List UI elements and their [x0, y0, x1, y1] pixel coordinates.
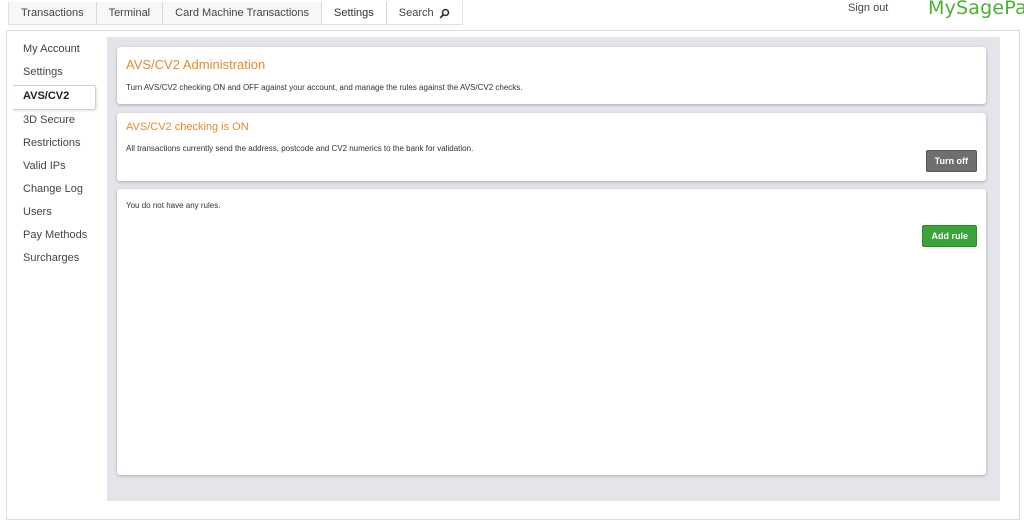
sidebar-item-users[interactable]: Users: [13, 202, 99, 225]
sidebar-item-pay-methods[interactable]: Pay Methods: [13, 225, 99, 248]
tab-search[interactable]: Search: [386, 2, 462, 24]
turn-off-button[interactable]: Turn off: [925, 150, 977, 172]
sidebar-item-avs-cv2[interactable]: AVS/CV2: [13, 85, 96, 110]
status-title: AVS/CV2 checking is ON: [126, 121, 249, 133]
tab-terminal[interactable]: Terminal: [97, 2, 164, 24]
sidebar-item-my-account[interactable]: My Account: [13, 39, 99, 62]
status-panel: AVS/CV2 checking is ON All transactions …: [117, 113, 986, 181]
tab-search-label: Search: [398, 7, 434, 19]
add-rule-button[interactable]: Add rule: [922, 225, 977, 247]
rules-panel: You do not have any rules. Add rule: [117, 189, 986, 475]
tab-settings[interactable]: Settings: [322, 2, 387, 24]
sidebar: My Account Settings AVS/CV2 3D Secure Re…: [13, 39, 99, 271]
tab-card-machine-transactions[interactable]: Card Machine Transactions: [163, 2, 323, 24]
main-content: AVS/CV2 Administration Turn AVS/CV2 chec…: [107, 37, 1000, 501]
admin-description: Turn AVS/CV2 checking ON and OFF against…: [126, 83, 523, 92]
sidebar-item-surcharges[interactable]: Surcharges: [13, 248, 99, 271]
top-navigation: Transactions Terminal Card Machine Trans…: [8, 2, 463, 25]
page: Transactions Terminal Card Machine Trans…: [0, 0, 1024, 526]
sidebar-item-change-log[interactable]: Change Log: [13, 179, 99, 202]
no-rules-message: You do not have any rules.: [126, 201, 221, 210]
status-description: All transactions currently send the addr…: [126, 144, 474, 153]
content-container: My Account Settings AVS/CV2 3D Secure Re…: [6, 30, 1020, 520]
sign-out-link[interactable]: Sign out: [848, 2, 888, 14]
sidebar-item-settings[interactable]: Settings: [13, 62, 99, 85]
sidebar-item-valid-ips[interactable]: Valid IPs: [13, 156, 99, 179]
tab-transactions[interactable]: Transactions: [9, 2, 97, 24]
admin-panel: AVS/CV2 Administration Turn AVS/CV2 chec…: [117, 47, 986, 104]
brand-logo[interactable]: MySagePay: [928, 0, 1024, 19]
sidebar-item-restrictions[interactable]: Restrictions: [13, 133, 99, 156]
search-icon: [439, 8, 450, 19]
page-title: AVS/CV2 Administration: [126, 57, 266, 72]
sidebar-item-3d-secure[interactable]: 3D Secure: [13, 110, 99, 133]
